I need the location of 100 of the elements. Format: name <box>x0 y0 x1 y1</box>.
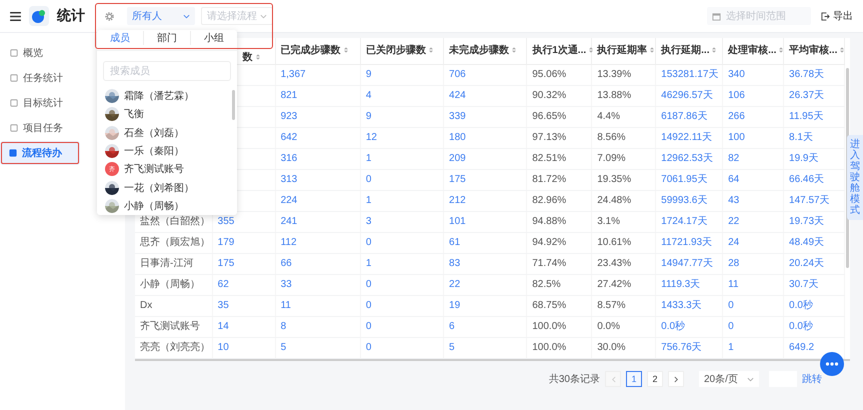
sort-icon[interactable] <box>512 47 516 53</box>
table-cell[interactable]: 24 <box>728 237 740 248</box>
page-button[interactable]: 2 <box>647 371 663 387</box>
table-cell[interactable]: 5 <box>449 342 455 353</box>
table-cell[interactable]: 0 <box>366 342 372 353</box>
table-cell[interactable]: 35 <box>218 300 229 311</box>
table-cell[interactable]: 1 <box>728 342 734 353</box>
sort-icon[interactable] <box>779 47 784 53</box>
table-cell[interactable]: 14 <box>218 321 229 332</box>
table-cell[interactable]: 180 <box>449 132 466 143</box>
sort-icon[interactable] <box>256 54 260 60</box>
column-header[interactable]: 执行延期... <box>656 38 723 64</box>
table-cell[interactable]: 175 <box>218 258 234 269</box>
member-item[interactable]: 一花（刘希图） <box>105 178 237 197</box>
scrollbar[interactable] <box>232 90 235 120</box>
table-cell[interactable]: 6187.86天 <box>661 111 708 122</box>
table-cell[interactable]: 355 <box>218 216 234 227</box>
table-cell[interactable]: 82 <box>728 153 740 164</box>
table-cell[interactable]: 0 <box>366 321 372 332</box>
sort-icon[interactable] <box>589 47 594 53</box>
table-cell[interactable]: 11.95天 <box>789 111 824 122</box>
table-cell[interactable]: 0 <box>728 300 734 311</box>
table-cell[interactable]: 28 <box>728 258 740 269</box>
table-cell[interactable]: 9 <box>366 69 372 80</box>
table-cell[interactable]: 8 <box>280 321 286 332</box>
table-cell[interactable]: 61 <box>449 237 460 248</box>
column-header[interactable]: 已关闭步骤数 <box>360 38 444 64</box>
table-cell[interactable]: 12962.53天 <box>661 153 713 164</box>
sort-icon[interactable] <box>428 47 433 53</box>
table-cell[interactable]: 179 <box>218 237 234 248</box>
table-cell[interactable]: 649.2 <box>789 342 814 353</box>
table-cell[interactable]: 5 <box>280 342 286 353</box>
table-cell[interactable]: 10 <box>218 342 229 353</box>
table-cell[interactable]: 6 <box>449 321 455 332</box>
table-cell[interactable]: 46296.57天 <box>661 90 713 101</box>
table-cell[interactable]: 22 <box>449 279 460 290</box>
table-cell[interactable]: 0.0秒 <box>789 321 813 332</box>
table-cell[interactable]: 19.9天 <box>789 153 818 164</box>
table-cell[interactable]: 3 <box>366 216 372 227</box>
table-cell[interactable]: 756.76天 <box>661 342 702 353</box>
table-cell[interactable]: 316 <box>280 153 298 164</box>
table-cell[interactable]: 821 <box>280 90 298 101</box>
sidebar-item[interactable]: 流程待办 <box>0 141 80 165</box>
table-cell[interactable]: 43 <box>728 195 740 206</box>
member-item[interactable]: 小静（周畅） <box>105 196 237 216</box>
table-cell[interactable]: 642 <box>280 132 298 143</box>
table-cell[interactable]: 153281.17天 <box>661 69 718 80</box>
owner-select[interactable]: 所有人 <box>127 7 195 25</box>
table-cell[interactable]: 11 <box>280 300 291 311</box>
table-cell[interactable]: 33 <box>280 279 292 290</box>
table-cell[interactable]: 424 <box>449 90 466 101</box>
column-header[interactable]: 执行1次通... <box>526 38 592 64</box>
table-cell[interactable]: 224 <box>280 195 298 206</box>
table-cell[interactable]: 4 <box>366 90 372 101</box>
next-page-button[interactable] <box>668 371 684 387</box>
table-cell[interactable]: 241 <box>280 216 298 227</box>
table-cell[interactable]: 1119.3天 <box>661 279 700 290</box>
table-cell[interactable]: 30.7天 <box>789 279 818 290</box>
table-cell[interactable]: 147.57天 <box>789 195 830 206</box>
table-cell[interactable]: 36.78天 <box>789 69 824 80</box>
page-size-select[interactable]: 20条/页 <box>699 371 759 387</box>
table-cell[interactable]: 1 <box>366 195 372 206</box>
table-cell[interactable]: 14947.77天 <box>661 258 713 269</box>
table-cell[interactable]: 48.49天 <box>789 237 824 248</box>
table-cell[interactable]: 26.37天 <box>789 90 824 101</box>
table-cell[interactable]: 101 <box>449 216 466 227</box>
table-cell[interactable]: 64 <box>728 174 740 185</box>
sort-icon[interactable] <box>840 47 844 53</box>
table-cell[interactable]: 1 <box>366 153 372 164</box>
table-cell[interactable]: 100 <box>728 132 745 143</box>
table-cell[interactable]: 209 <box>449 153 466 164</box>
table-cell[interactable]: 59993.6天 <box>661 195 708 206</box>
column-header[interactable]: 已完成步骤数 <box>275 38 360 64</box>
table-cell[interactable]: 20.24天 <box>789 258 824 269</box>
table-cell[interactable]: 1,367 <box>280 69 306 80</box>
more-icon[interactable] <box>820 352 844 376</box>
table-cell[interactable]: 0 <box>366 279 372 290</box>
table-cell[interactable]: 112 <box>280 237 297 248</box>
column-header[interactable]: 平均审核... <box>784 38 844 64</box>
column-header[interactable]: 处理审核... <box>722 38 784 64</box>
table-cell[interactable]: 62 <box>218 279 229 290</box>
table-cell[interactable]: 83 <box>449 258 460 269</box>
table-cell[interactable]: 266 <box>728 111 745 122</box>
settings-icon[interactable] <box>104 10 115 22</box>
table-cell[interactable]: 11721.93天 <box>661 237 712 248</box>
table-cell[interactable]: 22 <box>728 216 740 227</box>
table-cell[interactable]: 313 <box>280 174 298 185</box>
member-item[interactable]: 一乐（秦阳） <box>105 142 237 160</box>
tab[interactable]: 部门 <box>144 31 191 45</box>
column-header[interactable]: 执行延期率 <box>592 38 656 64</box>
table-cell[interactable]: 19.73天 <box>789 216 824 227</box>
table-cell[interactable]: 19 <box>449 300 460 311</box>
table-cell[interactable]: 706 <box>449 69 466 80</box>
table-cell[interactable]: 66 <box>280 258 292 269</box>
table-cell[interactable]: 11 <box>728 279 739 290</box>
tab[interactable]: 成员 <box>97 31 144 45</box>
table-cell[interactable]: 1724.17天 <box>661 216 708 227</box>
table-cell[interactable]: 923 <box>280 111 298 122</box>
table-cell[interactable]: 12 <box>366 132 377 143</box>
table-cell[interactable]: 175 <box>449 174 466 185</box>
